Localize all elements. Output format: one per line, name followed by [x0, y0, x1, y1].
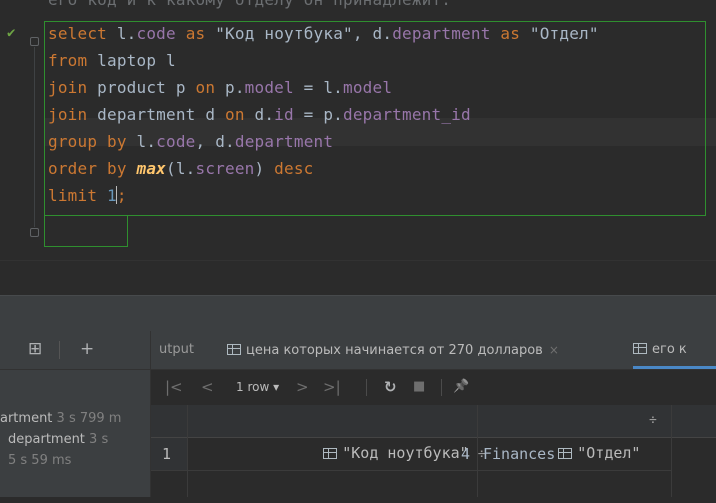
- column-header-label: "Отдел": [577, 444, 641, 462]
- statement-scope-highlight-tail: [44, 215, 128, 247]
- add-service-icon[interactable]: +: [80, 340, 94, 358]
- sql-editor[interactable]: его код и к какому отделу он принадлежит…: [0, 0, 716, 296]
- next-page-icon[interactable]: >: [296, 378, 309, 396]
- panel-splitter[interactable]: [0, 295, 716, 332]
- pin-tab-icon[interactable]: ⊞: [28, 340, 42, 358]
- pin-result-icon[interactable]: 📌: [453, 378, 469, 396]
- column-header-code[interactable]: "Код ноутбука" ÷: [251, 405, 486, 462]
- editor-empty-area[interactable]: [0, 260, 716, 296]
- tab-active-label: его к: [652, 342, 687, 357]
- result-grid: "Код ноутбука" ÷ "Отдел" ÷ 1 4 Finances: [151, 405, 716, 497]
- result-tabs: utput цена которых начинается от 270 дол…: [151, 331, 716, 370]
- tab-output[interactable]: utput: [159, 331, 194, 369]
- table-icon: [633, 343, 647, 354]
- fold-marker-icon[interactable]: [30, 37, 39, 46]
- list-item[interactable]: 5 s 59 ms: [8, 453, 71, 468]
- session-duration: 5 s 59 ms: [8, 453, 72, 468]
- column-header-department[interactable]: "Отдел": [486, 405, 640, 462]
- stop-icon[interactable]: ■: [413, 378, 425, 396]
- row-divider: [151, 470, 671, 471]
- tab-result-price[interactable]: цена которых начинается от 270 долларов ×: [227, 331, 559, 369]
- list-item[interactable]: department 3 s: [8, 432, 108, 447]
- services-tree-toolbar: ⊞ +: [0, 331, 150, 370]
- column-icon: [558, 448, 573, 459]
- services-tree-pane: ⊞ + artment 3 s 799 m department 3 s 5 s…: [0, 331, 151, 497]
- tab-result-label: цена которых начинается от 270 долларов: [246, 343, 543, 358]
- column-icon: [323, 448, 338, 459]
- column-divider: [477, 405, 478, 497]
- toolbar-separator: [366, 379, 367, 396]
- prev-page-icon[interactable]: <: [201, 378, 214, 396]
- cell-department[interactable]: Finances: [483, 438, 555, 470]
- column-divider: [671, 405, 672, 497]
- tab-result-active[interactable]: его к: [633, 331, 716, 369]
- grid-header: "Код ноутбука" ÷ "Отдел" ÷: [151, 405, 716, 462]
- fold-marker-icon[interactable]: [30, 228, 39, 237]
- statement-scope-highlight: [44, 21, 706, 216]
- first-page-icon[interactable]: |<: [165, 378, 183, 396]
- column-divider: [187, 405, 188, 497]
- toolbar-separator: [441, 379, 442, 396]
- row-number[interactable]: 1: [151, 438, 187, 470]
- sort-icon[interactable]: ÷: [649, 405, 657, 437]
- code-comment-line: его код и к какому отделу он принадлежит…: [48, 0, 451, 13]
- list-item[interactable]: artment 3 s 799 m: [0, 411, 121, 426]
- refresh-icon[interactable]: ↻: [384, 378, 397, 396]
- session-name: department: [8, 432, 85, 447]
- editor-gutter: ✔: [0, 0, 44, 295]
- column-header-label: "Код ноутбука": [342, 444, 469, 462]
- toolbar-separator: [59, 341, 60, 359]
- table-icon: [227, 344, 241, 355]
- close-icon[interactable]: ×: [549, 343, 559, 357]
- services-panel: ⊞ + artment 3 s 799 m department 3 s 5 s…: [0, 331, 716, 497]
- fold-guide: [34, 47, 35, 227]
- session-duration: 3 s: [84, 432, 109, 447]
- session-duration: 3 s 799 m: [52, 411, 122, 426]
- page-size-select[interactable]: 1 row ▾: [236, 378, 279, 396]
- check-icon: ✔: [7, 25, 16, 41]
- result-toolbar: |< < 1 row ▾ > >| ↻ ■ 📌: [151, 370, 716, 404]
- session-name: artment: [0, 411, 53, 426]
- cell-code[interactable]: 4: [461, 438, 470, 470]
- last-page-icon[interactable]: >|: [323, 378, 341, 396]
